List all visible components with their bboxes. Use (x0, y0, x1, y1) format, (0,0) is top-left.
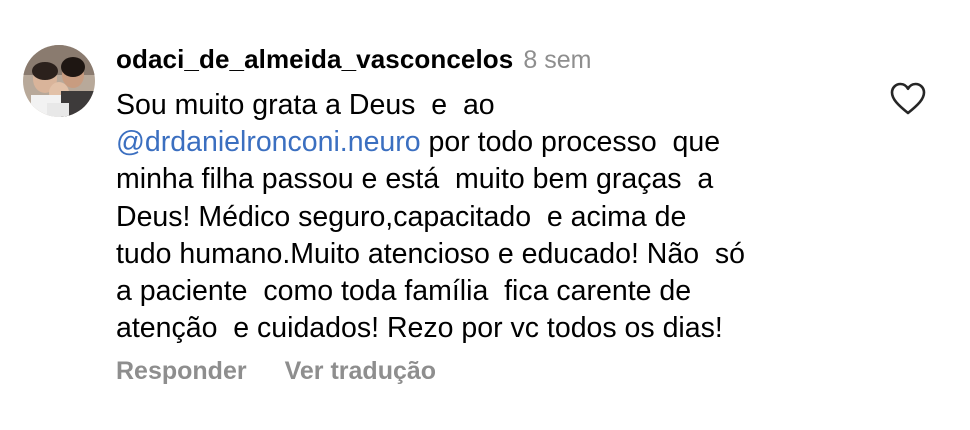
comment-header: odaci_de_almeida_vasconcelos 8 sem (116, 44, 591, 78)
comment-line-text: por todo processo que (420, 126, 721, 159)
comment-actions: Responder Ver tradução (116, 357, 436, 386)
comment-line: Sou muito grata a Deus e ao (116, 89, 495, 121)
avatar-photo (23, 45, 95, 117)
reply-button[interactable]: Responder (116, 357, 247, 386)
comment-line: a paciente como toda família fica carent… (116, 275, 692, 308)
translate-button[interactable]: Ver tradução (285, 357, 436, 386)
comment-line: atenção e cuidados! Rezo por vc todos os… (116, 312, 723, 345)
comment: odaci_de_almeida_vasconcelos 8 sem Sou m… (0, 0, 970, 430)
comment-line: minha filha passou e está muito bem graç… (116, 163, 714, 196)
username[interactable]: odaci_de_almeida_vasconcelos (116, 44, 513, 75)
comment-line: tudo humano.Muito atencioso e educado! N… (116, 237, 746, 270)
comment-time: 8 sem (523, 46, 592, 74)
mention-link[interactable]: @drdanielronconi.neuro (116, 126, 421, 158)
heart-outline-icon[interactable] (890, 82, 926, 116)
avatar[interactable] (23, 45, 95, 117)
comment-text: Sou muito grata a Deus e ao @drdanielron… (116, 87, 836, 347)
comment-line: Deus! Médico seguro,capacitado e acima d… (116, 200, 687, 233)
comment-line: @drdanielronconi.neuro por todo processo… (116, 124, 836, 161)
